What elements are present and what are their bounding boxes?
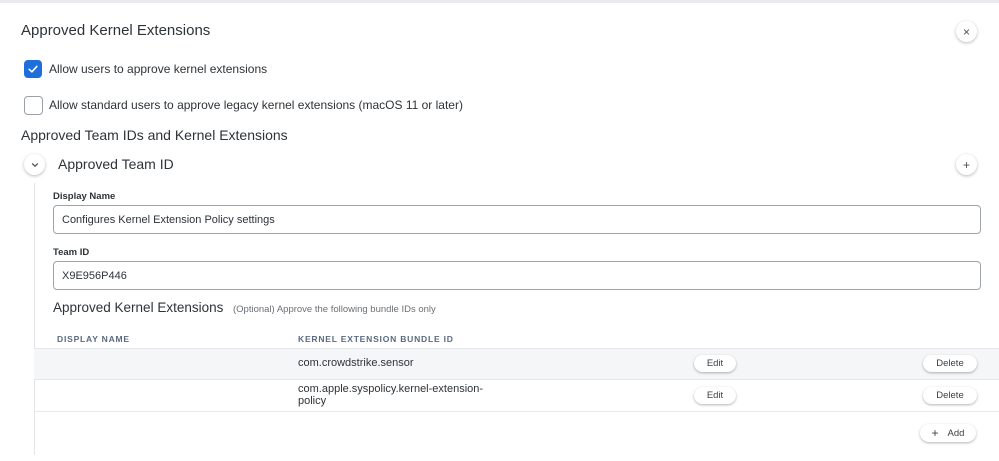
add-label: Add [947, 427, 965, 439]
display-name-label: Display Name [53, 191, 116, 202]
row-bundle-id: com.crowdstrike.sensor [298, 357, 414, 369]
delete-button[interactable]: Delete [923, 355, 977, 372]
table-row [34, 348, 999, 379]
add-kernel-extension-button[interactable]: + Add [920, 424, 976, 442]
allow-standard-users-legacy-label: Allow standard users to approve legacy k… [49, 98, 463, 112]
approved-kernel-extensions-title: Approved Kernel Extensions [53, 300, 224, 315]
edit-button[interactable]: Edit [694, 387, 736, 404]
nested-indent-rule [34, 183, 35, 455]
team-id-value: X9E956P446 [62, 269, 127, 282]
display-name-value: Configures Kernel Extension Policy setti… [62, 213, 275, 226]
allow-users-approve-checkbox[interactable] [24, 60, 42, 78]
plus-icon: + [962, 157, 970, 172]
chevron-down-icon [31, 162, 38, 167]
plus-icon: + [931, 426, 939, 440]
edit-button[interactable]: Edit [694, 355, 736, 372]
approved-kernel-extensions-hint: (Optional) Approve the following bundle … [233, 304, 436, 315]
checkmark-icon [28, 65, 38, 73]
team-id-label: Team ID [53, 247, 90, 258]
team-id-field[interactable]: X9E956P446 [53, 261, 981, 290]
section-title: Approved Team IDs and Kernel Extensions [21, 127, 288, 143]
collapse-button[interactable] [24, 154, 45, 175]
column-header-display-name: DISPLAY NAME [57, 334, 130, 344]
allow-users-approve-label: Allow users to approve kernel extensions [49, 62, 268, 76]
approved-team-id-title: Approved Team ID [58, 156, 174, 172]
display-name-field[interactable]: Configures Kernel Extension Policy setti… [53, 205, 981, 234]
table-bottom-divider [34, 411, 999, 412]
close-button[interactable]: × [956, 21, 977, 42]
column-header-bundle-id: KERNEL EXTENSION BUNDLE ID [298, 334, 454, 344]
row-bundle-id-line1: com.apple.syspolicy.kernel-extension- [298, 383, 484, 395]
row-bundle-id-line2: policy [298, 395, 327, 407]
add-team-id-button[interactable]: + [956, 154, 977, 175]
close-icon: × [962, 24, 970, 39]
table-row [34, 379, 999, 411]
panel-title: Approved Kernel Extensions [21, 22, 211, 39]
top-divider [0, 0, 999, 3]
allow-standard-users-legacy-checkbox[interactable] [24, 96, 43, 115]
delete-button[interactable]: Delete [923, 387, 977, 404]
